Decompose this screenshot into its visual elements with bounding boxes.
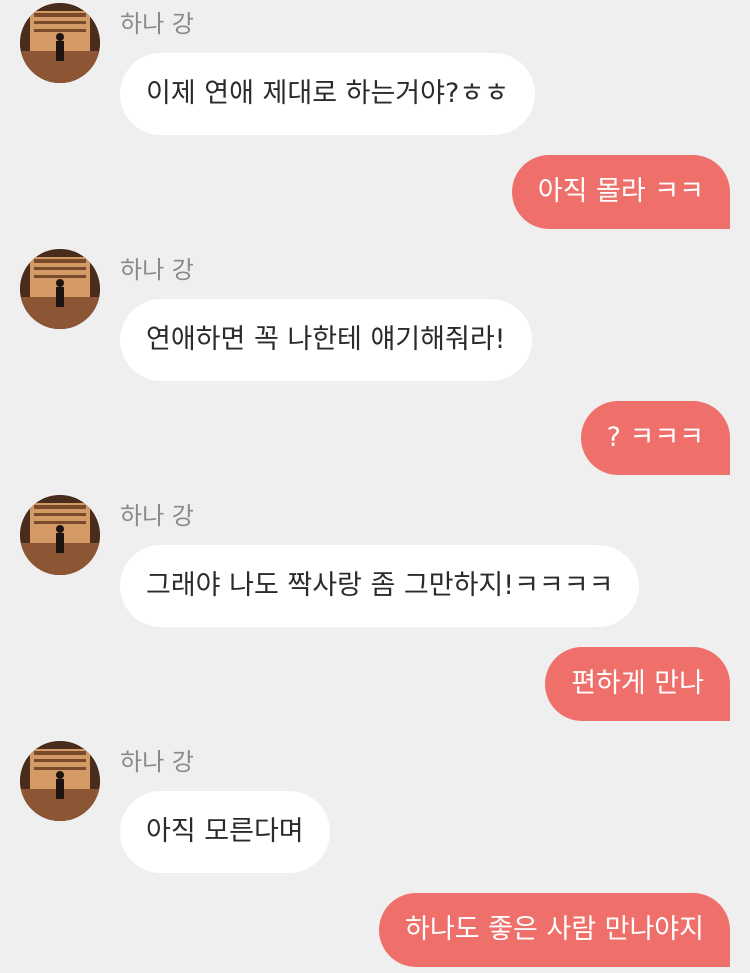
sender-name: 하나 강 <box>120 502 194 530</box>
message-bubble[interactable]: 아직 모른다며 <box>120 791 330 873</box>
avatar[interactable] <box>20 741 100 821</box>
outgoing-message-bubble[interactable]: 아직 몰라 ㅋㅋ <box>511 155 730 229</box>
avatar[interactable] <box>20 3 100 83</box>
avatar[interactable] <box>20 249 100 329</box>
avatar-photo-icon <box>20 249 100 329</box>
avatar[interactable] <box>20 495 100 575</box>
avatar-photo-icon <box>20 3 100 83</box>
sender-name: 하나 강 <box>120 256 194 284</box>
message-bubble[interactable]: 그래야 나도 짝사랑 좀 그만하지!ㅋㅋㅋㅋ <box>120 545 640 627</box>
outgoing-message-bubble[interactable]: 하나도 좋은 사람 만나야지 <box>379 893 730 967</box>
outgoing-message-bubble[interactable]: 편하게 만나 <box>545 647 730 721</box>
sender-name: 하나 강 <box>120 10 194 38</box>
avatar-photo-icon <box>20 495 100 575</box>
message-bubble[interactable]: 이제 연애 제대로 하는거야?ㅎㅎ <box>120 53 535 135</box>
outgoing-message-bubble[interactable]: ? ㅋㅋㅋ <box>580 401 730 475</box>
sender-name: 하나 강 <box>120 748 194 776</box>
avatar-photo-icon <box>20 741 100 821</box>
message-bubble[interactable]: 연애하면 꼭 나한테 얘기해줘라! <box>120 299 532 381</box>
